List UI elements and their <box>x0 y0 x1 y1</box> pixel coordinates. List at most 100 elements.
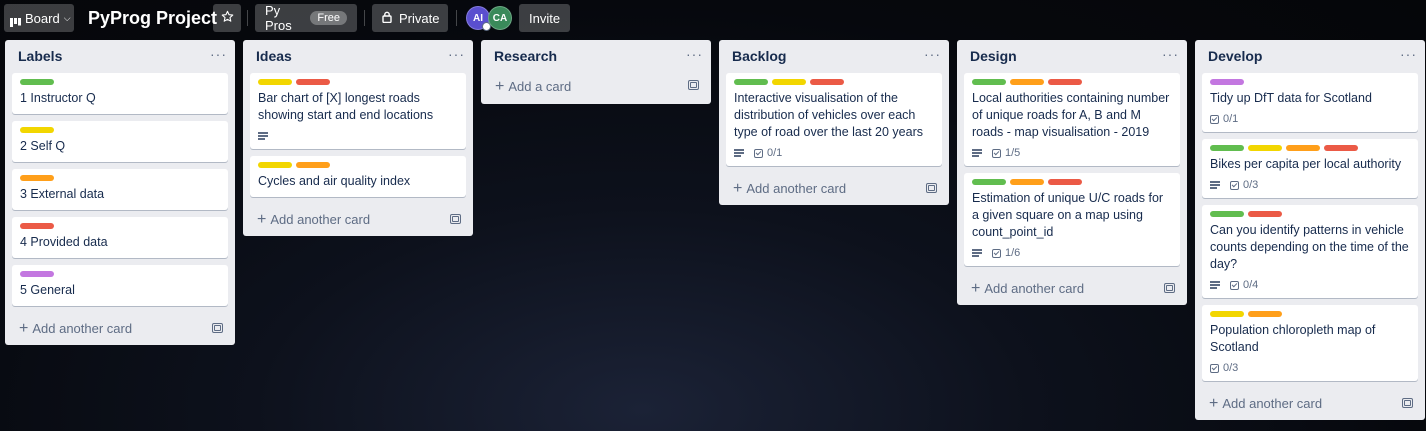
star-button[interactable] <box>213 4 241 32</box>
list-design: Design ··· Local authorities containing … <box>957 40 1187 305</box>
card[interactable]: Bikes per capita per local authority 0/3 <box>1202 139 1418 198</box>
card-template-icon[interactable] <box>926 183 937 193</box>
card-template-icon[interactable] <box>1164 283 1175 293</box>
invite-button[interactable]: Invite <box>519 4 570 32</box>
label-yellow[interactable] <box>1248 145 1282 151</box>
header-divider <box>247 10 248 26</box>
card-template-icon[interactable] <box>450 214 461 224</box>
label-red[interactable] <box>1048 79 1082 85</box>
card-badges: 0/3 <box>1210 359 1410 377</box>
label-orange[interactable] <box>1248 311 1282 317</box>
card-container: 1 Instructor Q 2 Self Q 3 External data 4 P… <box>5 70 235 306</box>
label-green[interactable] <box>972 179 1006 185</box>
add-card-button[interactable]: + Add another card <box>243 204 473 236</box>
card[interactable]: Can you identify patterns in vehicle cou… <box>1202 205 1418 298</box>
list-title[interactable]: Backlog <box>732 48 786 64</box>
card[interactable]: Population chloropleth map of Scotland 0/… <box>1202 305 1418 381</box>
label-orange[interactable] <box>1286 145 1320 151</box>
add-card-button[interactable]: + Add another card <box>957 273 1187 305</box>
card-title: Tidy up DfT data for Scotland <box>1210 91 1372 105</box>
add-card-button[interactable]: + Add another card <box>1195 388 1425 420</box>
label-green[interactable] <box>972 79 1006 85</box>
workspace-button[interactable]: Py Pros Free <box>255 3 357 33</box>
card-badges: 1/6 <box>972 244 1172 262</box>
label-green[interactable] <box>1210 211 1244 217</box>
card[interactable]: 2 Self Q <box>12 121 228 162</box>
card-title: Estimation of unique U/C roads for a giv… <box>972 191 1164 239</box>
label-purple[interactable] <box>1210 79 1244 85</box>
plus-icon: + <box>495 77 505 95</box>
card-labels <box>1210 145 1410 151</box>
card[interactable]: Tidy up DfT data for Scotland 0/1 <box>1202 73 1418 132</box>
list-title[interactable]: Develop <box>1208 48 1262 64</box>
list-header: Backlog ··· <box>719 40 949 70</box>
list-menu-icon[interactable]: ··· <box>1162 44 1179 64</box>
card-template-icon[interactable] <box>688 80 699 90</box>
label-red[interactable] <box>1324 145 1358 151</box>
list-menu-icon[interactable]: ··· <box>448 44 465 64</box>
add-card-label: Add another card <box>270 212 371 227</box>
label-yellow[interactable] <box>20 127 54 133</box>
list-title[interactable]: Design <box>970 48 1017 64</box>
checklist-badge: 0/3 <box>1210 362 1238 374</box>
label-orange[interactable] <box>1010 179 1044 185</box>
label-red[interactable] <box>296 79 330 85</box>
card-title: Population chloropleth map of Scotland <box>1210 323 1376 354</box>
card[interactable]: Estimation of unique U/C roads for a giv… <box>964 173 1180 266</box>
plus-icon: + <box>1209 394 1219 412</box>
description-icon <box>258 132 268 140</box>
label-yellow[interactable] <box>258 162 292 168</box>
list-title[interactable]: Labels <box>18 48 62 64</box>
header-divider <box>364 10 365 26</box>
avatar[interactable]: CA <box>488 6 512 30</box>
label-yellow[interactable] <box>258 79 292 85</box>
checklist-count: 0/1 <box>767 147 783 159</box>
label-orange[interactable] <box>1010 79 1044 85</box>
label-red[interactable] <box>1048 179 1082 185</box>
card[interactable]: 5 General <box>12 265 228 306</box>
label-red[interactable] <box>810 79 844 85</box>
label-yellow[interactable] <box>1210 311 1244 317</box>
card[interactable]: 1 Instructor Q <box>12 73 228 114</box>
checklist-count: 1/5 <box>1005 147 1021 159</box>
add-card-button[interactable]: + Add another card <box>5 313 235 345</box>
star-icon <box>221 10 234 26</box>
checklist-badge: 0/3 <box>1230 179 1258 191</box>
label-green[interactable] <box>20 79 54 85</box>
list-develop: Develop ··· Tidy up DfT data for Scotlan… <box>1195 40 1425 420</box>
board-title[interactable]: PyProg Project <box>88 6 217 30</box>
card[interactable]: 4 Provided data <box>12 217 228 258</box>
list-menu-icon[interactable]: ··· <box>686 44 703 64</box>
list-menu-icon[interactable]: ··· <box>1400 44 1417 64</box>
label-purple[interactable] <box>20 271 54 277</box>
add-card-button[interactable]: + Add another card <box>719 173 949 205</box>
label-red[interactable] <box>1248 211 1282 217</box>
card[interactable]: Bar chart of [X] longest roads showing s… <box>250 73 466 149</box>
visibility-button[interactable]: Private <box>372 4 448 32</box>
add-card-label: Add another card <box>32 321 133 336</box>
list-title[interactable]: Research <box>494 48 557 64</box>
card[interactable]: Interactive visualisation of the distrib… <box>726 73 942 166</box>
card[interactable]: 3 External data <box>12 169 228 210</box>
list-menu-icon[interactable]: ··· <box>210 44 227 64</box>
card[interactable]: Cycles and air quality index <box>250 156 466 197</box>
checklist-badge: 0/1 <box>1210 113 1238 125</box>
avatar[interactable]: AI <box>466 6 491 31</box>
add-card-label: Add another card <box>746 181 847 196</box>
list-title[interactable]: Ideas <box>256 48 292 64</box>
label-green[interactable] <box>734 79 768 85</box>
label-red[interactable] <box>20 223 54 229</box>
card-template-icon[interactable] <box>212 323 223 333</box>
card-badges: 0/1 <box>1210 110 1410 128</box>
label-orange[interactable] <box>20 175 54 181</box>
list-backlog: Backlog ··· Interactive visualisation of… <box>719 40 949 205</box>
label-yellow[interactable] <box>772 79 806 85</box>
add-card-button[interactable]: + Add a card <box>481 70 711 104</box>
label-green[interactable] <box>1210 145 1244 151</box>
view-switcher-button[interactable]: Board ⌵ <box>4 4 74 32</box>
card[interactable]: Local authorities containing number of u… <box>964 73 1180 166</box>
card-template-icon[interactable] <box>1402 398 1413 408</box>
list-menu-icon[interactable]: ··· <box>924 44 941 64</box>
list-header: Labels ··· <box>5 40 235 70</box>
label-orange[interactable] <box>296 162 330 168</box>
